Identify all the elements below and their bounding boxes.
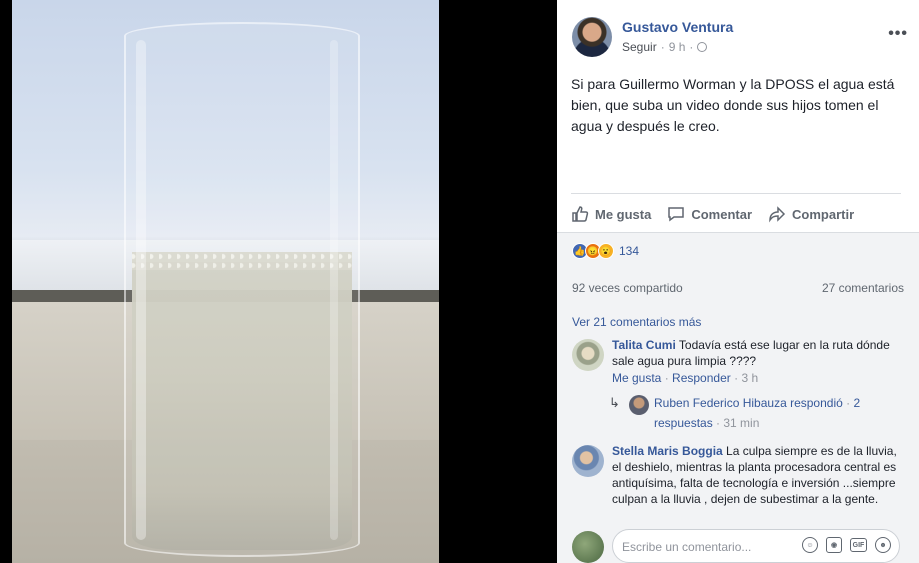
view-more-comments-link[interactable]: Ver 21 comentarios más [572,315,701,329]
gif-icon[interactable]: GIF [850,538,867,552]
comment-body: Talita Cumi Todavía está ese lugar en la… [612,337,902,369]
comment-body: Stella Maris Boggia La culpa siempre es … [612,443,902,507]
post-meta: Seguir · 9 h · [622,40,708,54]
share-icon [769,206,786,223]
more-options-icon[interactable]: ••• [888,25,908,43]
camera-icon[interactable]: ◉ [826,537,842,553]
like-button[interactable]: Me gusta [571,205,651,223]
reactions-summary[interactable]: 👍 😠 😮 134 [572,243,639,259]
comments-count[interactable]: 27 comentarios [822,281,904,295]
share-button[interactable]: Compartir [768,205,854,223]
reply-time: 31 min [723,416,760,430]
thumbs-up-icon [572,206,589,222]
like-label: Me gusta [595,206,652,222]
divider [571,193,901,194]
comment-reply-link[interactable]: Responder [672,371,731,385]
meta-separator: · [660,40,665,54]
follow-link[interactable]: Seguir [622,40,657,54]
author-name[interactable]: Gustavo Ventura [622,19,733,35]
shares-count[interactable]: 92 veces compartido [572,281,683,295]
meta-separator: · [689,40,694,54]
photo-glass-highlight [330,40,338,540]
post-stats: 92 veces compartido 27 comentarios [572,281,904,295]
current-user-avatar [572,531,604,563]
comment-actions: Me gusta · Responder · 3 h [612,371,759,385]
comment-label: Comentar [691,206,753,222]
post-photo[interactable] [12,0,439,563]
comment-like-link[interactable]: Me gusta [612,371,661,385]
post-text: Si para Guillermo Worman y la DPOSS el a… [571,76,895,134]
sticker-icon[interactable]: ☻ [875,537,891,553]
view-replies-link[interactable]: Ruben Federico Hibauza respondió · 2 res… [654,393,874,433]
comment-time[interactable]: 3 h [741,371,758,385]
post-actions: Me gusta Comentar Compartir [571,203,901,225]
commenter-name[interactable]: Talita Cumi [612,338,676,352]
emoji-icon[interactable]: ☺ [802,537,818,553]
photo-viewer: Gustavo Ventura Seguir · 9 h · ••• Si pa… [0,0,919,563]
globe-icon [697,42,708,52]
comment-input[interactable]: Escribe un comentario... ☺ ◉ GIF ☻ [612,529,900,563]
wow-reaction-icon: 😮 [598,243,614,259]
comment-icon [668,207,685,222]
comment-button[interactable]: Comentar [667,205,752,223]
author-avatar[interactable] [572,17,612,57]
reaction-count[interactable]: 134 [619,244,639,258]
replier-avatar [629,395,649,415]
share-label: Compartir [792,206,855,222]
photo-glass [124,22,360,557]
reply-arrow-icon: ↳ [609,395,620,410]
post-header: Gustavo Ventura Seguir · 9 h · ••• [572,17,912,59]
commenter-name[interactable]: Stella Maris Boggia [612,444,723,458]
comment-input-placeholder: Escribe un comentario... [622,540,752,554]
reply-summary-text: Ruben Federico Hibauza respondió [654,396,843,410]
comments-section: 👍 😠 😮 134 92 veces compartido 27 comenta… [557,232,919,563]
comment-composer: Escribe un comentario... ☺ ◉ GIF ☻ [572,529,907,563]
post-panel: Gustavo Ventura Seguir · 9 h · ••• Si pa… [557,0,919,563]
commenter-avatar[interactable] [572,445,604,477]
commenter-avatar[interactable] [572,339,604,371]
post-time[interactable]: 9 h [669,40,686,54]
composer-icons: ☺ ◉ GIF ☻ [802,537,891,553]
photo-glass-highlight [136,40,146,540]
